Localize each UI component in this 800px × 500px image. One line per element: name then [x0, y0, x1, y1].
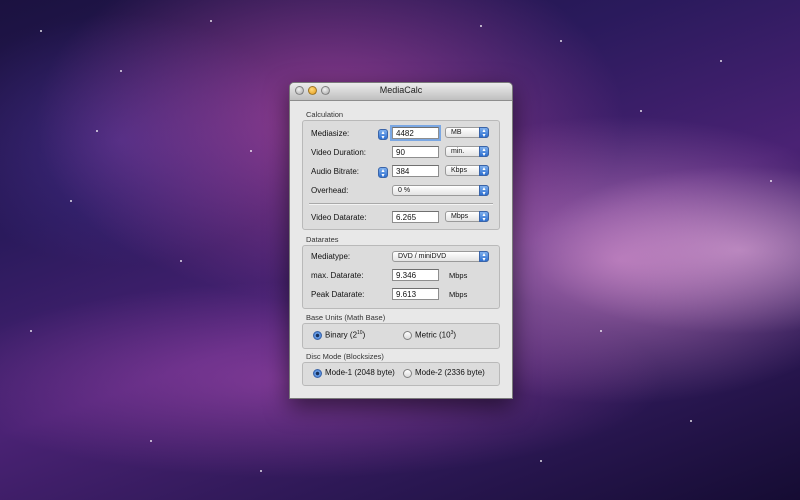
mediatype-value: DVD / miniDVD	[398, 253, 447, 260]
overhead-select[interactable]: 0 % ▴ ▾	[392, 185, 489, 197]
mode1-radio[interactable]	[313, 369, 322, 378]
chevron-updown-icon: ▴ ▾	[479, 211, 489, 223]
max-datarate-output[interactable]: 9.346	[392, 269, 439, 281]
metric-radio-label[interactable]: Metric (103)	[415, 330, 456, 340]
mode1-radio-label[interactable]: Mode-1 (2048 byte)	[325, 368, 395, 377]
divider	[309, 203, 493, 205]
video-duration-unit-value: min.	[451, 148, 465, 155]
video-datarate-label: Video Datarate:	[311, 213, 367, 222]
peak-datarate-label: Peak Datarate:	[311, 290, 365, 299]
overhead-value: 0 %	[398, 187, 411, 194]
audio-bitrate-unit-select[interactable]: Kbps ▴ ▾	[445, 165, 489, 177]
datarates-section-title: Datarates	[306, 235, 339, 244]
chevron-updown-icon: ▴ ▾	[479, 127, 489, 139]
mode2-radio[interactable]	[403, 369, 412, 378]
max-datarate-unit: Mbps	[449, 271, 468, 280]
chevron-updown-icon: ▴ ▾	[479, 146, 489, 158]
calculation-box: Mediasize: ▴ ▾ 4482 MB ▴ ▾ Video Duration:…	[302, 120, 500, 230]
peak-datarate-output[interactable]: 9.613	[392, 288, 439, 300]
disc-mode-section-title: Disc Mode (Blocksizes)	[306, 352, 384, 361]
mediasize-unit-value: MB	[451, 129, 462, 136]
chevron-updown-icon: ▴ ▾	[479, 165, 489, 177]
audio-bitrate-label: Audio Bitrate:	[311, 167, 360, 176]
chevron-updown-icon: ▴ ▾	[479, 185, 489, 197]
chevron-updown-icon: ▴ ▾	[479, 251, 489, 263]
mode2-radio-label[interactable]: Mode-2 (2336 byte)	[415, 368, 485, 377]
base-units-section-title: Base Units (Math Base)	[306, 313, 386, 322]
mediasize-stepper[interactable]: ▴ ▾	[378, 129, 388, 141]
calculation-section-title: Calculation	[306, 110, 344, 119]
mediasize-input[interactable]: 4482	[392, 127, 439, 139]
max-datarate-label: max. Datarate:	[311, 271, 364, 280]
binary-radio[interactable]	[313, 331, 322, 340]
video-duration-unit-select[interactable]: min. ▴ ▾	[445, 146, 489, 158]
binary-radio-label[interactable]: Binary (210)	[325, 330, 365, 340]
video-duration-input[interactable]: 90	[392, 146, 439, 158]
metric-radio[interactable]	[403, 331, 412, 340]
video-datarate-output[interactable]: 6.265	[392, 211, 439, 223]
peak-datarate-unit: Mbps	[449, 290, 468, 299]
window-titlebar[interactable]: MediaCalc	[290, 83, 512, 101]
base-units-box: Binary (210) Metric (103)	[302, 323, 500, 349]
datarates-box: Mediatype: DVD / miniDVD ▴ ▾ max. Datarat…	[302, 245, 500, 309]
video-datarate-unit-value: Mbps	[451, 213, 469, 220]
mediatype-select[interactable]: DVD / miniDVD ▴ ▾	[392, 251, 489, 263]
mediasize-label: Mediasize:	[311, 129, 350, 138]
video-duration-label: Video Duration:	[311, 148, 366, 157]
window-title: MediaCalc	[379, 85, 423, 95]
mediatype-label: Mediatype:	[311, 252, 351, 261]
overhead-label: Overhead:	[311, 186, 349, 195]
mediacalc-window: MediaCalc Calculation Mediasize: ▴ ▾ 4482…	[289, 82, 513, 399]
audio-bitrate-unit-value: Kbps	[451, 167, 467, 174]
mediasize-unit-select[interactable]: MB ▴ ▾	[445, 127, 489, 139]
video-datarate-unit-select[interactable]: Mbps ▴ ▾	[445, 211, 489, 223]
disc-mode-box: Mode-1 (2048 byte) Mode-2 (2336 byte)	[302, 362, 500, 386]
audio-bitrate-stepper[interactable]: ▴ ▾	[378, 167, 388, 179]
audio-bitrate-input[interactable]: 384	[392, 165, 439, 177]
